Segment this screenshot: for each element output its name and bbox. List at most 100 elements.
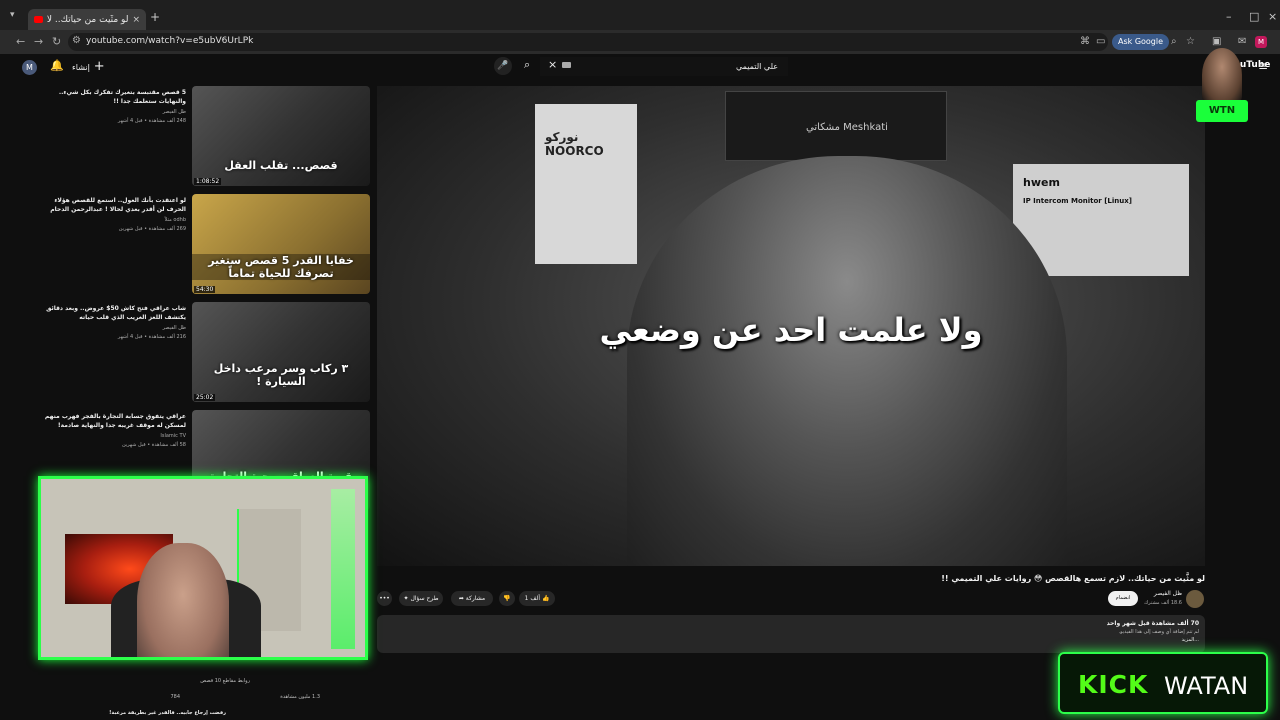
video-duration: 25:02 [194, 394, 216, 401]
video-title-main: لو مثَّيت من حياتك.. لازم تسمع هالقصص 😳 … [941, 574, 1205, 583]
video-thumbnail[interactable]: خفايا القدر 5 قصص ستغير تصرفك للحياة تما… [192, 194, 370, 294]
menu-icon[interactable]: ≡ [1258, 59, 1268, 73]
channel-name[interactable]: Islamic TV [40, 433, 186, 439]
views-and-date: 70 ألف مشاهدة قبل شهر واحد [1106, 620, 1199, 627]
gmail-icon[interactable]: ✉ [1238, 36, 1246, 48]
video-title[interactable]: شاب عراقي فتح كاش 50$ عروض.. وبعد دقائق … [40, 304, 186, 322]
profile-avatar[interactable]: M [1255, 36, 1267, 48]
video-title[interactable]: 5 قصص مقتبسة بتغيرك تفكرك بكل شيء.. والن… [40, 88, 186, 106]
channel-avatar[interactable] [1186, 590, 1204, 608]
translate-icon[interactable]: ⌘ [1080, 36, 1090, 48]
join-button[interactable]: انضمام [1108, 591, 1138, 606]
extensions-icon[interactable]: ▣ [1212, 36, 1221, 48]
zoom-icon[interactable]: ⌕ [1171, 36, 1177, 48]
kick-watan-badge: KICK WATAN [1058, 652, 1268, 714]
ask-label: طرح سؤال [410, 595, 439, 602]
show-more-link[interactable]: ...المزيد [383, 637, 1199, 643]
video-duration: 1:08:52 [194, 178, 222, 185]
keyboard-icon[interactable] [562, 62, 571, 68]
more-actions-button[interactable]: ••• [377, 591, 392, 606]
video-duration: 54:30 [194, 286, 216, 293]
video-title[interactable]: عراقي يتفوق جسابة التجارة بالفجر فهرب من… [40, 412, 186, 430]
thumbs-up-icon: 👍 [540, 595, 550, 602]
watan-text: WATAN [1164, 672, 1249, 700]
url-text: youtube.com/watch?v=e5ubV6UrLPk [86, 36, 254, 46]
tab-title: لو مثَّيت من حياتك.. لازم تسم [47, 14, 129, 25]
thumbs-down-icon: 👎 [503, 595, 511, 602]
webcam-overlay [38, 476, 368, 660]
video-subtitle: ولا علمت احد عن وضعي [599, 311, 983, 349]
address-bar-row: ← → ↻ ⚙ youtube.com/watch?v=e5ubV6UrLPk … [0, 30, 1280, 54]
banner-text: مشكاتي Meshkati [806, 122, 888, 133]
search-input[interactable] [540, 57, 788, 76]
share-button[interactable]: ➦ مشاركة [451, 591, 493, 606]
recommendation-item[interactable]: ٣ ركاب وسر مرعب داخل السيارة ! 25:02 شاب… [40, 302, 370, 406]
forward-icon[interactable]: → [34, 35, 43, 49]
browser-tab-strip: ▾ لو مثَّيت من حياتك.. لازم تسم × + – □ … [0, 0, 1280, 30]
close-window-icon[interactable]: × [1268, 11, 1277, 23]
thumbnail-caption: ٣ ركاب وسر مرعب داخل السيارة ! [213, 362, 349, 388]
description-box[interactable]: 70 ألف مشاهدة قبل شهر واحد لم تتم إضافة … [377, 615, 1205, 653]
create-label: إنشاء [72, 63, 90, 72]
channel-name[interactable]: ظل الفيصر [40, 325, 186, 331]
video-meta: 269 ألف مشاهدة • قبل شهرين [118, 226, 186, 232]
dislike-button[interactable]: 👎 [499, 591, 515, 606]
search-icon[interactable]: ⌕ [524, 58, 530, 72]
share-label: مشاركة [465, 595, 486, 602]
recommendation-item[interactable]: قصص... تقلب العقل 1:08:52 5 قصص مقتبسة ب… [40, 86, 370, 190]
video-player[interactable]: نوركو NOORCO مشكاتي Meshkati hwem IP Int… [377, 86, 1205, 566]
new-tab-button[interactable]: + [150, 11, 160, 23]
under-count: 784 [170, 694, 180, 700]
green-light [331, 489, 355, 649]
reload-icon[interactable]: ↻ [52, 35, 61, 49]
recommendation-item[interactable]: خفايا القدر 5 قصص ستغير تصرفك للحياة تما… [40, 194, 370, 298]
cast-icon[interactable]: ▭ [1096, 36, 1105, 48]
noorco-sign: نوركو NOORCO [535, 104, 637, 264]
channel-name[interactable]: ظل الفيصر [40, 109, 186, 115]
ask-button[interactable]: ✦ طرح سؤال [399, 591, 443, 606]
video-meta: 216 ألف مشاهدة • قبل 4 أشهر [117, 334, 186, 340]
maximize-icon[interactable]: □ [1249, 11, 1259, 23]
bookmark-icon[interactable]: ☆ [1186, 36, 1195, 48]
notifications-icon[interactable]: 🔔 [50, 59, 64, 72]
under-title-2: رفضت إرجاع جابيه.. فالقدر غير بطريقة مرع… [109, 710, 226, 716]
under-title: روابط مقاطع 10 قصص [200, 678, 250, 684]
create-button[interactable]: إنشاء + [72, 58, 105, 77]
streamer-logo-text: WTN [1196, 100, 1248, 122]
video-meta: 58 ألف مشاهدة • قبل شهرين [121, 442, 186, 448]
thumbnail-caption: خفايا القدر 5 قصص ستغير تصرفك للحياة تما… [192, 254, 370, 280]
streamer-logo: WTN [1196, 48, 1248, 126]
speaker-figure [627, 156, 1067, 566]
account-avatar[interactable]: M [22, 60, 37, 75]
site-info-icon[interactable]: ⚙ [72, 35, 81, 46]
video-thumbnail[interactable]: ٣ ركاب وسر مرعب داخل السيارة ! 25:02 [192, 302, 370, 402]
video-thumbnail[interactable]: قصص... تقلب العقل 1:08:52 [192, 86, 370, 186]
back-icon[interactable]: ← [16, 35, 25, 49]
under-views: 1.3 مليون مشاهدة [280, 694, 320, 700]
description-text: لم تتم إضافة أي وصف إلى هذا الفيديو. [1118, 629, 1199, 635]
hidden-recommendations: روابط مقاطع 10 قصص 1.3 مليون مشاهدة 784 … [40, 662, 370, 720]
minimize-icon[interactable]: – [1226, 11, 1232, 23]
video-title[interactable]: لو اعتقدت بأنك الغول.. استمع للقصص هؤلاء… [40, 196, 186, 214]
tab-close-icon[interactable]: × [132, 15, 140, 25]
share-icon: ➦ [458, 595, 466, 602]
ask-google-button[interactable]: Ask Google [1112, 34, 1170, 50]
tab-search-icon[interactable]: ▾ [10, 10, 15, 20]
youtube-header: M 🔔 إنشاء+ 🎤 ⌕ × YouTube ≡ [0, 54, 1280, 82]
like-button[interactable]: 1 ألف 👍 [519, 591, 555, 606]
youtube-favicon-icon [34, 16, 43, 23]
noorco-text: نوركو NOORCO [545, 130, 604, 158]
voice-search-icon[interactable]: 🎤 [494, 57, 512, 75]
thumbnail-caption: قصص... تقلب العقل [224, 159, 338, 172]
address-bar[interactable]: ⚙ youtube.com/watch?v=e5ubV6UrLPk [68, 33, 1108, 51]
poster-product: IP Intercom Monitor [Linux] [1023, 197, 1132, 205]
browser-tab[interactable]: لو مثَّيت من حياتك.. لازم تسم × [28, 9, 146, 30]
video-meta: 248 ألف مشاهدة • قبل 4 أشهر [117, 118, 186, 124]
kick-text: KICK [1078, 670, 1149, 699]
like-count: 1 ألف [524, 595, 541, 602]
streamer [137, 543, 229, 657]
clear-search-icon[interactable]: × [548, 58, 557, 71]
channel-name[interactable]: odhb مثلاً [40, 217, 186, 223]
streamer-avatar [1202, 48, 1242, 102]
plus-icon: + [93, 59, 105, 74]
